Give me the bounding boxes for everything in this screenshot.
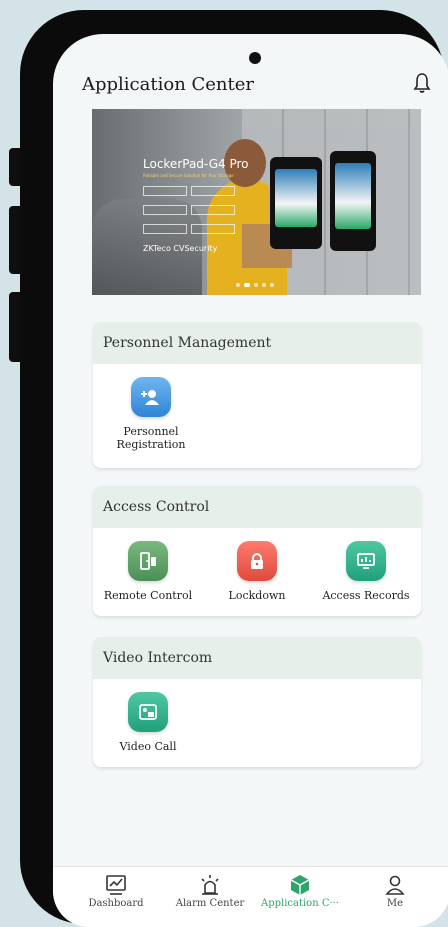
remote-control-tile[interactable]: Remote Control	[93, 541, 203, 602]
tile-label: Remote Control	[103, 589, 193, 602]
tab-label: Dashboard	[88, 898, 144, 909]
lockdown-tile[interactable]: Lockdown	[202, 541, 312, 602]
video-call-icon	[128, 692, 168, 732]
tab-label: Application C···	[260, 898, 340, 909]
bell-icon[interactable]	[413, 72, 431, 94]
remote-door-icon	[128, 541, 168, 581]
tab-application-center[interactable]: Application C···	[255, 873, 345, 909]
person-icon	[383, 873, 407, 897]
tile-label: Lockdown	[228, 589, 286, 602]
add-person-icon	[131, 377, 171, 417]
tile-label: Access Records	[322, 589, 410, 602]
personnel-management-card: Personnel Management Personnel Registrat…	[93, 322, 421, 468]
tab-dashboard[interactable]: Dashboard	[71, 873, 161, 909]
phone-screen: Application Center LockerPad-G4 Pro Reli…	[53, 34, 448, 927]
tab-label: Me	[386, 898, 404, 909]
banner-device-side	[330, 151, 376, 251]
banner-dot[interactable]	[236, 283, 240, 287]
banner-pagination[interactable]	[236, 283, 274, 287]
video-intercom-card: Video Intercom Video Call	[93, 637, 421, 767]
alarm-icon	[198, 873, 222, 897]
front-camera	[249, 52, 261, 64]
section-title: Video Intercom	[93, 637, 421, 679]
section-title: Personnel Management	[93, 322, 421, 364]
tile-label: Video Call	[119, 740, 177, 753]
personnel-registration-tile[interactable]: Personnel Registration	[96, 377, 206, 451]
access-control-card: Access Control Remote Control Lockdown A…	[93, 486, 421, 616]
banner-dot-active[interactable]	[244, 283, 250, 287]
access-records-tile[interactable]: Access Records	[311, 541, 421, 602]
banner-dot[interactable]	[262, 283, 266, 287]
lock-icon	[237, 541, 277, 581]
phone-frame: Application Center LockerPad-G4 Pro Reli…	[20, 10, 448, 927]
promo-banner[interactable]: LockerPad-G4 Pro Reliable and Secure Sol…	[92, 109, 421, 295]
tile-label: Personnel Registration	[116, 425, 186, 451]
page-title: Application Center	[82, 74, 255, 95]
bottom-tab-bar: Dashboard Alarm Center Application C··· …	[53, 866, 448, 927]
tab-label: Alarm Center	[175, 898, 245, 909]
records-icon	[346, 541, 386, 581]
cube-icon	[288, 873, 312, 897]
tab-me[interactable]: Me	[350, 873, 440, 909]
section-title: Access Control	[93, 486, 421, 528]
video-call-tile[interactable]: Video Call	[93, 692, 203, 753]
banner-feature-list	[143, 183, 247, 243]
banner-device-front	[270, 157, 322, 249]
tab-alarm-center[interactable]: Alarm Center	[165, 873, 255, 909]
dashboard-icon	[104, 873, 128, 897]
banner-brand-logo: ZKTeco CVSecurity	[143, 244, 218, 253]
banner-tagline: Reliable and Secure Solution for Your St…	[143, 173, 234, 178]
banner-dot[interactable]	[254, 283, 258, 287]
banner-product-name: LockerPad-G4 Pro	[143, 157, 249, 171]
banner-dot[interactable]	[270, 283, 274, 287]
